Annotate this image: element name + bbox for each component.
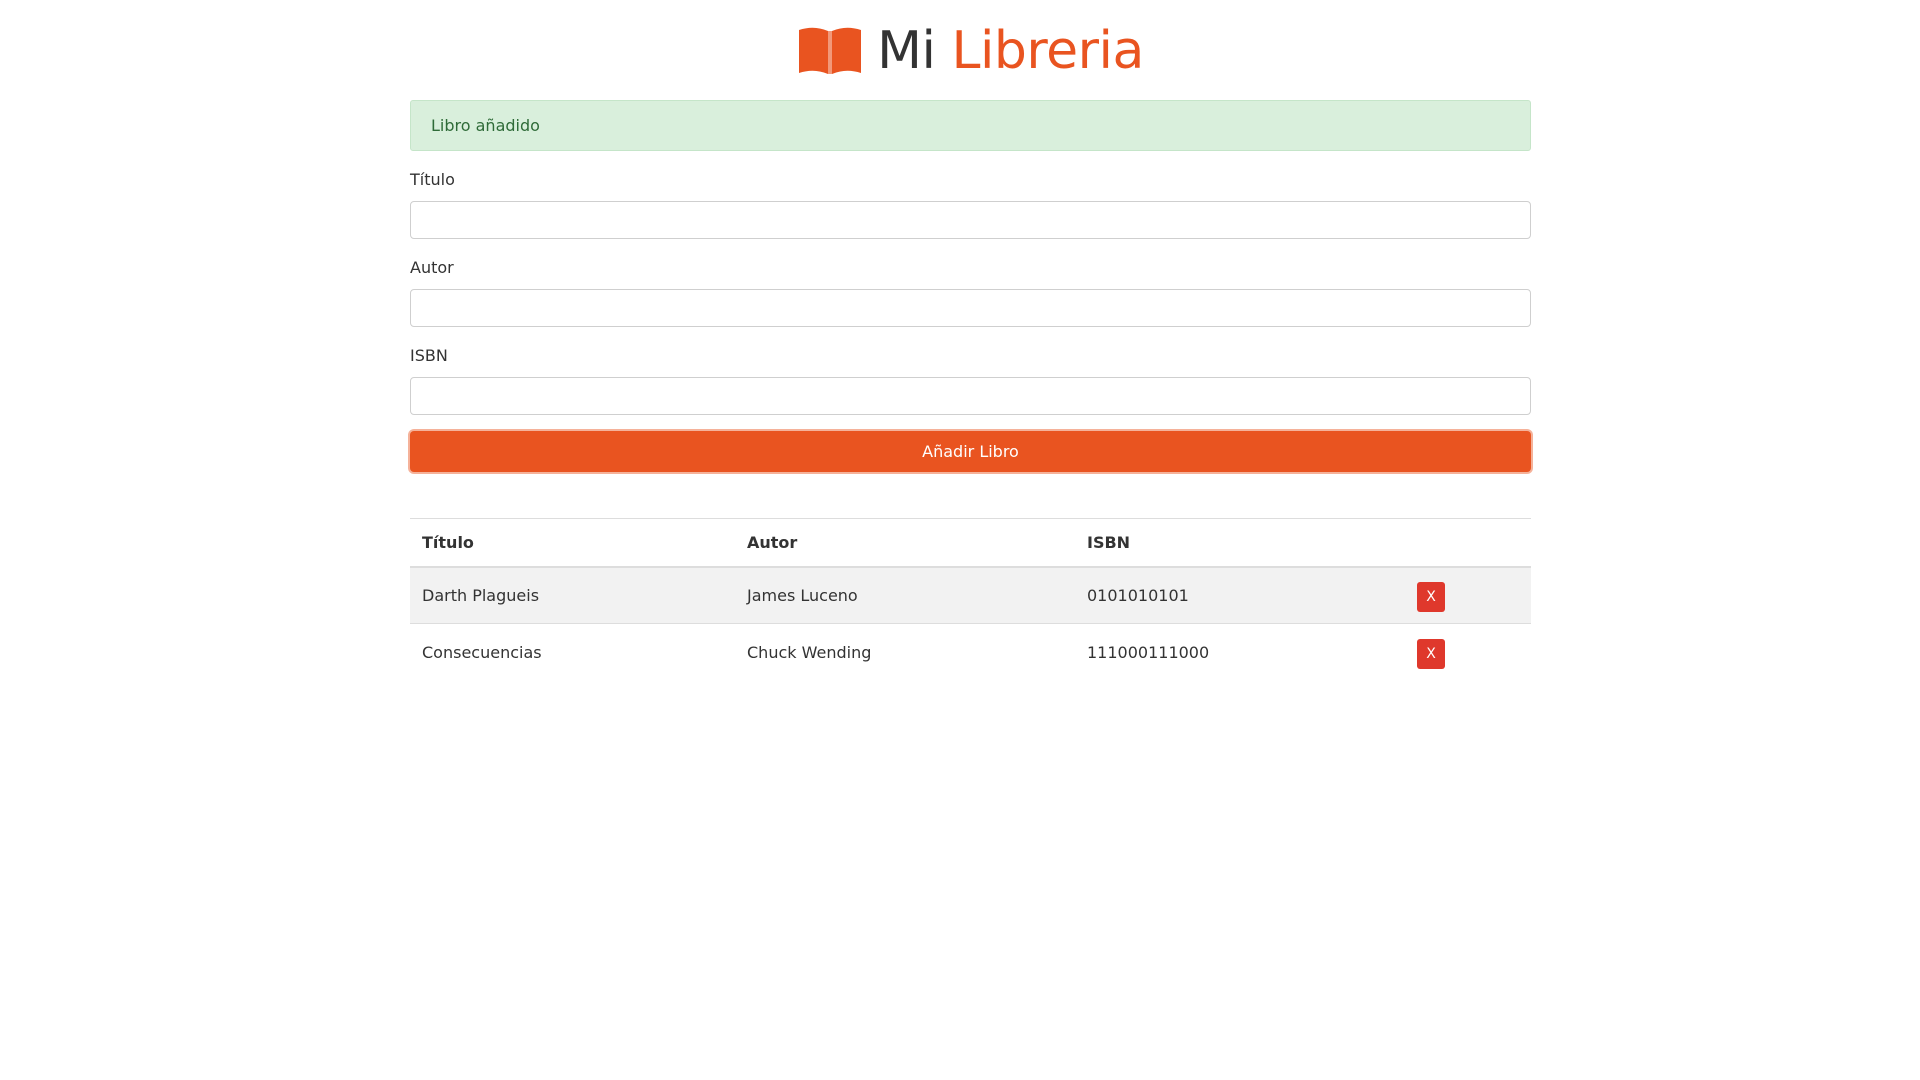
title-label: Título bbox=[410, 170, 455, 189]
success-alert: Libro añadido bbox=[410, 100, 1531, 151]
cell-title: Consecuencias bbox=[422, 642, 542, 662]
app-title-part2: Libreria bbox=[951, 21, 1144, 81]
column-header-title: Título bbox=[422, 532, 474, 552]
isbn-input[interactable] bbox=[410, 377, 1531, 415]
cell-actions: X bbox=[1405, 567, 1531, 624]
table-header-row: Título Autor ISBN bbox=[410, 518, 1531, 567]
isbn-label: ISBN bbox=[410, 346, 448, 365]
add-book-button[interactable]: Añadir Libro bbox=[410, 431, 1531, 472]
cell-author: Chuck Wending bbox=[747, 642, 872, 662]
cell-author: James Luceno bbox=[747, 585, 858, 605]
author-input[interactable] bbox=[410, 289, 1531, 327]
column-header-author: Autor bbox=[747, 532, 798, 552]
column-header-isbn: ISBN bbox=[1087, 532, 1131, 552]
table-row: Consecuencias Chuck Wending 111000111000… bbox=[410, 623, 1531, 681]
logo: Mi Libreria bbox=[410, 0, 1531, 100]
cell-actions: X bbox=[1405, 624, 1531, 681]
delete-book-button[interactable]: X bbox=[1417, 639, 1445, 670]
book-open-icon bbox=[797, 25, 863, 77]
cell-isbn: 111000111000 bbox=[1087, 642, 1210, 662]
books-table: Título Autor ISBN Darth Plagueis James L… bbox=[410, 518, 1531, 681]
main-container: Mi Libreria Libro añadido Título Autor I… bbox=[410, 0, 1531, 681]
title-input[interactable] bbox=[410, 201, 1531, 239]
table-row: Darth Plagueis James Luceno 0101010101 X bbox=[410, 566, 1531, 624]
app-title: Mi Libreria bbox=[877, 25, 1144, 77]
cell-title: Darth Plagueis bbox=[422, 585, 540, 605]
alert-message: Libro añadido bbox=[431, 116, 540, 135]
app-title-part1: Mi bbox=[877, 21, 936, 81]
cell-isbn: 0101010101 bbox=[1087, 585, 1189, 605]
add-book-form: Título Autor ISBN Añadir Libro bbox=[410, 170, 1531, 472]
delete-book-button[interactable]: X bbox=[1417, 582, 1445, 613]
column-header-actions bbox=[1405, 519, 1531, 567]
author-label: Autor bbox=[410, 258, 454, 277]
